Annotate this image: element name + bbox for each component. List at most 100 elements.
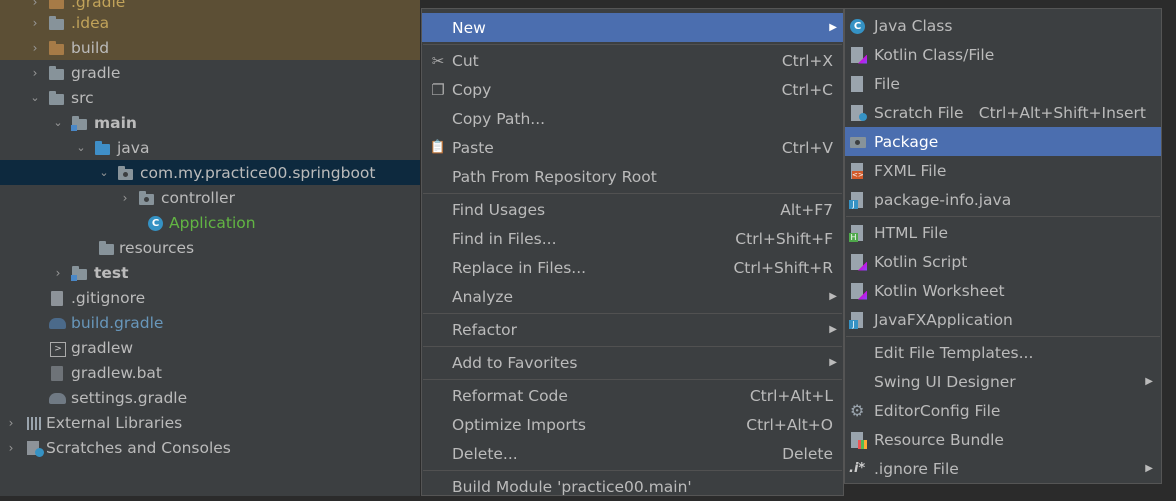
module-folder-icon <box>71 114 89 132</box>
chevron-down-icon[interactable]: ⌄ <box>97 166 111 179</box>
chevron-right-icon[interactable]: › <box>28 16 42 30</box>
menu-item-reformat-code[interactable]: Reformat Code Ctrl+Alt+L <box>422 381 843 410</box>
submenu-item-swing-ui-designer[interactable]: Swing UI Designer ▶ <box>845 367 1161 396</box>
tree-item-main[interactable]: ⌄ main <box>0 110 420 135</box>
tree-item-gitignore[interactable]: .gitignore <box>0 285 420 310</box>
submenu-item-file[interactable]: File <box>845 69 1161 98</box>
submenu-item-fxml-file[interactable]: FXML File <box>845 156 1161 185</box>
menu-separator <box>423 44 842 45</box>
tree-item-src[interactable]: ⌄ src <box>0 85 420 110</box>
tree-item-controller[interactable]: › controller <box>0 185 420 210</box>
tree-item-gradlew-bat[interactable]: gradlew.bat <box>0 360 420 385</box>
menu-item-copy-path[interactable]: Copy Path... <box>422 104 843 133</box>
menu-item-refactor[interactable]: Refactor ▶ <box>422 315 843 344</box>
submenu-item-label: Edit File Templates... <box>874 343 1034 362</box>
tree-item-test[interactable]: › test <box>0 260 420 285</box>
copy-icon: ❐ <box>431 80 445 99</box>
submenu-item-edit-file-templates[interactable]: Edit File Templates... <box>845 338 1161 367</box>
chevron-down-icon[interactable]: ⌄ <box>74 141 88 154</box>
tree-item-resources[interactable]: resources <box>0 235 420 260</box>
tree-item-application[interactable]: C Application <box>0 210 420 235</box>
tree-item-gradlew[interactable]: > gradlew <box>0 335 420 360</box>
file-icon <box>849 75 867 93</box>
submenu-item-scratch-file[interactable]: Scratch File Ctrl+Alt+Shift+Insert <box>845 98 1161 127</box>
tree-item-build-gradle[interactable]: build.gradle <box>0 310 420 335</box>
project-tree: › .gradle › .idea › build › gradle ⌄ src… <box>0 0 420 496</box>
menu-separator <box>423 346 842 347</box>
tree-item-label: resources <box>119 238 195 257</box>
html-file-icon <box>849 224 867 242</box>
menu-item-find-usages[interactable]: Find Usages Alt+F7 <box>422 195 843 224</box>
submenu-item-kotlin-worksheet[interactable]: Kotlin Worksheet <box>845 276 1161 305</box>
menu-item-add-to-favorites[interactable]: Add to Favorites ▶ <box>422 348 843 377</box>
new-submenu: C Java Class Kotlin Class/File File Scra… <box>844 8 1162 484</box>
menu-item-label: Copy <box>452 80 492 99</box>
menu-item-path-from-repo-root[interactable]: Path From Repository Root <box>422 162 843 191</box>
menu-item-build-module[interactable]: Build Module 'practice00.main' <box>422 472 843 501</box>
menu-item-new[interactable]: New ▶ <box>422 13 843 42</box>
menu-item-shortcut: Ctrl+V <box>781 138 833 157</box>
tree-item-label: .gitignore <box>71 288 146 307</box>
chevron-right-icon[interactable]: › <box>28 0 42 9</box>
submenu-item-kotlin-class[interactable]: Kotlin Class/File <box>845 40 1161 69</box>
menu-item-find-in-files[interactable]: Find in Files... Ctrl+Shift+F <box>422 224 843 253</box>
tree-item-label: java <box>117 138 150 157</box>
tree-item-java[interactable]: ⌄ java <box>0 135 420 160</box>
submenu-item-kotlin-script[interactable]: Kotlin Script <box>845 247 1161 276</box>
javafx-icon <box>849 311 867 329</box>
chevron-right-icon[interactable]: › <box>28 41 42 55</box>
menu-item-delete[interactable]: Delete... Delete <box>422 439 843 468</box>
submenu-item-java-class[interactable]: C Java Class <box>845 11 1161 40</box>
menu-item-optimize-imports[interactable]: Optimize Imports Ctrl+Alt+O <box>422 410 843 439</box>
menu-item-label: Find Usages <box>452 200 546 219</box>
submenu-item-package-info[interactable]: package-info.java <box>845 185 1161 214</box>
menu-item-cut[interactable]: ✂ Cut Ctrl+X <box>422 46 843 75</box>
menu-item-label: New <box>452 18 486 37</box>
tree-item-build[interactable]: › build <box>0 35 420 60</box>
submenu-item-label: Java Class <box>874 16 953 35</box>
tree-item-scratches[interactable]: › Scratches and Consoles <box>0 435 420 460</box>
tree-item-label: build <box>71 38 110 57</box>
spring-class-icon: C <box>146 214 164 232</box>
menu-item-shortcut: Ctrl+Alt+O <box>746 415 833 434</box>
kotlin-worksheet-icon <box>849 282 867 300</box>
library-icon <box>25 414 43 432</box>
menu-item-replace-in-files[interactable]: Replace in Files... Ctrl+Shift+R <box>422 253 843 282</box>
tree-item-idea[interactable]: › .idea <box>0 10 420 35</box>
menu-item-copy[interactable]: ❐ Copy Ctrl+C <box>422 75 843 104</box>
submenu-item-javafx-application[interactable]: JavaFXApplication <box>845 305 1161 334</box>
chevron-down-icon[interactable]: ⌄ <box>28 91 42 104</box>
menu-separator <box>846 216 1160 217</box>
tree-item-gradle[interactable]: › gradle <box>0 60 420 85</box>
chevron-down-icon[interactable]: ⌄ <box>51 116 65 129</box>
chevron-right-icon[interactable]: › <box>4 416 18 430</box>
scissors-icon: ✂ <box>431 51 445 70</box>
menu-separator <box>423 470 842 471</box>
tree-item-package-springboot[interactable]: ⌄ com.my.practice00.springboot <box>0 160 420 185</box>
submenu-item-editorconfig[interactable]: ⚙ EditorConfig File <box>845 396 1161 425</box>
tree-item-external-libraries[interactable]: › External Libraries <box>0 410 420 435</box>
chevron-right-icon[interactable]: › <box>28 66 42 80</box>
submenu-item-resource-bundle[interactable]: Resource Bundle <box>845 425 1161 454</box>
kotlin-script-icon <box>849 253 867 271</box>
chevron-right-icon[interactable]: › <box>4 441 18 455</box>
chevron-right-icon[interactable]: › <box>51 266 65 280</box>
submenu-item-label: Kotlin Class/File <box>874 45 995 64</box>
package-icon <box>138 189 156 207</box>
gradle-icon <box>48 389 66 407</box>
menu-item-icon <box>849 373 867 391</box>
tree-item-label: Scratches and Consoles <box>46 438 231 457</box>
chevron-right-icon[interactable]: › <box>118 191 132 205</box>
tree-item-label: src <box>71 88 94 107</box>
tree-item-label: gradlew <box>71 338 134 357</box>
java-class-icon: C <box>849 17 867 35</box>
tree-item-settings-gradle[interactable]: settings.gradle <box>0 385 420 410</box>
submenu-item-html-file[interactable]: HTML File <box>845 218 1161 247</box>
tree-item-label: main <box>94 113 137 132</box>
submenu-item-package[interactable]: Package <box>845 127 1161 156</box>
menu-item-analyze[interactable]: Analyze ▶ <box>422 282 843 311</box>
submenu-item-ignore-file[interactable]: .i* .ignore File ▶ <box>845 454 1161 483</box>
menu-item-paste[interactable]: 📋 Paste Ctrl+V <box>422 133 843 162</box>
submenu-item-shortcut: Ctrl+Alt+Shift+Insert <box>978 103 1146 122</box>
submenu-item-label: .ignore File <box>874 459 959 478</box>
